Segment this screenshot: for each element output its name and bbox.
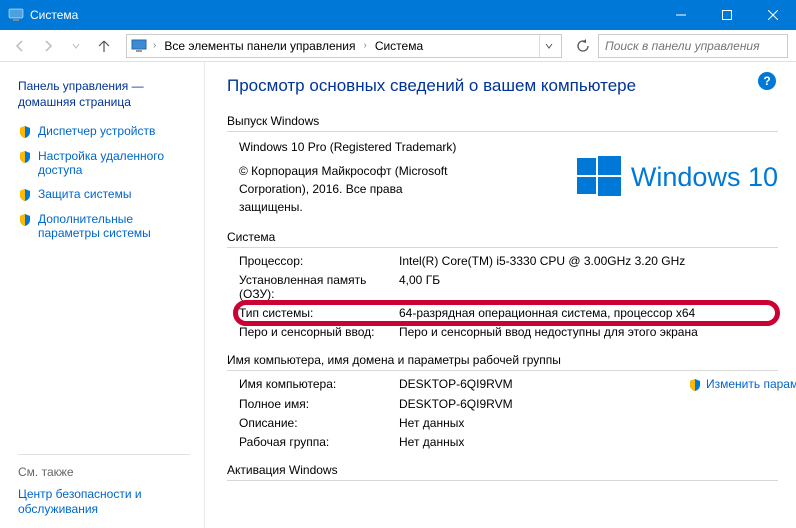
sidebar-link-label: Диспетчер устройств [38,124,155,138]
shield-icon [18,150,32,164]
window-title: Система [30,8,658,22]
breadcrumb[interactable]: › Все элементы панели управления › Систе… [126,34,562,58]
sidebar-link-remote[interactable]: Настройка удаленного доступа [18,149,190,177]
kv-computer-name: Имя компьютера: DESKTOP-6QI9RVM Изменить… [239,377,778,392]
minimize-button[interactable] [658,0,704,30]
see-also-security-link[interactable]: Центр безопасности и обслуживания [18,487,190,518]
see-also-heading: См. также [18,454,190,479]
close-button[interactable] [750,0,796,30]
monitor-icon [131,38,147,54]
section-system: Система [227,230,778,248]
chevron-right-icon: › [359,40,370,51]
titlebar: Система [0,0,796,30]
sidebar-link-label: Настройка удаленного доступа [38,149,190,177]
crumb-current[interactable]: Система [371,39,427,53]
chevron-right-icon: › [149,40,160,51]
sidebar-link-label: Защита системы [38,187,131,201]
change-settings-link[interactable]: Изменить параметры [688,377,778,392]
copyright-text: © Корпорация Майкрософт (Microsoft Corpo… [239,162,449,216]
kv-system-type: Тип системы:64-разрядная операционная си… [239,306,778,320]
kv-pen-touch: Перо и сенсорный ввод:Перо и сенсорный в… [239,325,778,339]
sidebar-link-label: Дополнительные параметры системы [38,212,190,240]
kv-full-name: Полное имя:DESKTOP-6QI9RVM [239,397,778,411]
page-title: Просмотр основных сведений о вашем компь… [227,76,778,96]
section-windows-edition: Выпуск Windows [227,114,778,132]
crumb-all-items[interactable]: Все элементы панели управления [160,39,359,53]
search-box[interactable] [598,34,788,58]
kv-ram: Установленная память (ОЗУ):4,00 ГБ [239,273,778,301]
kv-workgroup: Рабочая группа:Нет данных [239,435,778,449]
change-settings-label: Изменить параметры [706,377,778,391]
forward-button[interactable] [36,34,60,58]
system-icon [8,7,24,23]
recent-dropdown[interactable] [64,34,88,58]
kv-processor: Процессор:Intel(R) Core(TM) i5-3330 CPU … [239,254,778,268]
sidebar-link-device-manager[interactable]: Диспетчер устройств [18,124,190,139]
shield-icon [688,378,702,392]
breadcrumb-dropdown[interactable] [539,34,557,58]
sidebar-link-advanced[interactable]: Дополнительные параметры системы [18,212,190,240]
back-button[interactable] [8,34,32,58]
section-activation: Активация Windows [227,463,778,481]
sidebar-link-protection[interactable]: Защита системы [18,187,190,202]
shield-icon [18,125,32,139]
kv-description: Описание:Нет данных [239,416,778,430]
windows-logo-icon [575,153,623,201]
windows-wordmark: Windows 10 [631,162,778,193]
sidebar: Панель управления — домашняя страница Ди… [0,62,205,528]
maximize-button[interactable] [704,0,750,30]
search-input[interactable] [605,39,781,53]
navbar: › Все элементы панели управления › Систе… [0,30,796,62]
section-computer-name: Имя компьютера, имя домена и параметры р… [227,353,778,371]
control-panel-home-link[interactable]: Панель управления — домашняя страница [18,78,190,110]
windows-logo: Windows 10 [575,138,778,216]
shield-icon [18,188,32,202]
shield-icon [18,213,32,227]
up-button[interactable] [92,34,116,58]
help-icon[interactable]: ? [758,72,776,90]
refresh-button[interactable] [572,34,594,58]
content-pane: ? Просмотр основных сведений о вашем ком… [205,62,796,528]
edition-name: Windows 10 Pro (Registered Trademark) [239,138,456,156]
highlighted-system-type: Тип системы:64-разрядная операционная си… [239,306,778,320]
